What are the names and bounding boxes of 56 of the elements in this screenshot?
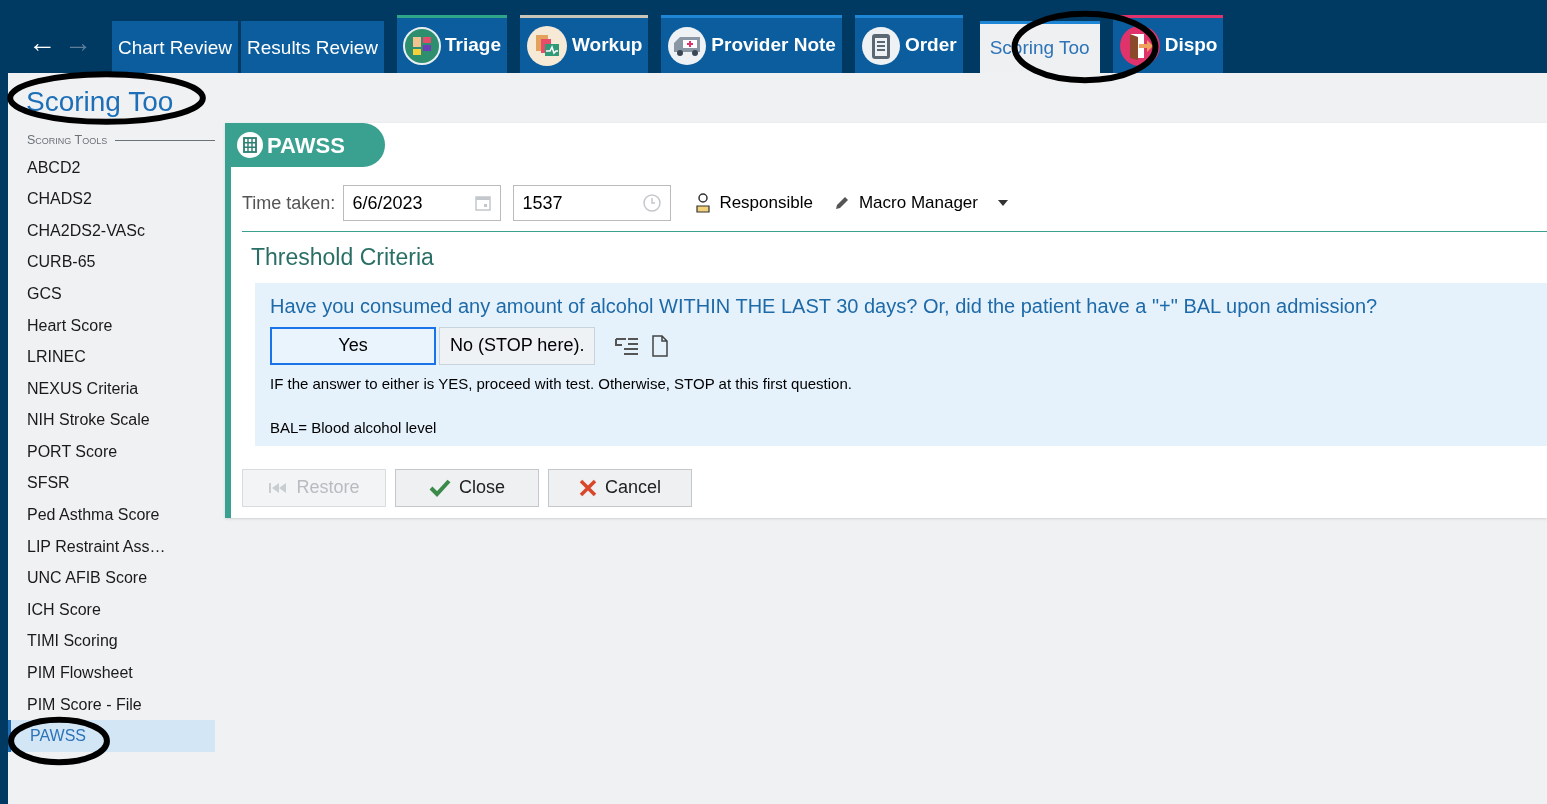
sidebar-item[interactable]: NEXUS Criteria [8, 372, 215, 405]
back-button[interactable]: ← [28, 29, 56, 57]
skip-back-icon [268, 480, 289, 495]
sidebar-heading: Scoring Tools [27, 132, 108, 149]
tab[interactable]: Workup [519, 15, 649, 73]
caret-icon [998, 200, 1008, 206]
sidebar-item[interactable]: ICH Score [8, 594, 215, 626]
people-board-icon [403, 26, 441, 65]
tab[interactable]: Provider Note [661, 15, 842, 73]
time-taken-label: Time taken: [242, 191, 336, 215]
document-icon [651, 334, 670, 357]
sidebar-item[interactable]: PIM Score - File [8, 688, 215, 721]
tab[interactable]: Results Review [241, 21, 384, 73]
door-exit-icon [1118, 24, 1161, 67]
definition-text: BAL= Blood alcohol level [270, 418, 438, 438]
answer-button[interactable]: Yes [270, 326, 436, 365]
sidebar-item[interactable]: UNC AFIB Score [8, 562, 215, 595]
sidebar-item[interactable]: CHADS2 [8, 183, 215, 215]
sidebar-item[interactable]: CHA2DS2-VASc [8, 214, 215, 247]
checkmark-icon [429, 478, 451, 497]
answer-button[interactable]: No (STOP here). [439, 326, 596, 365]
sidebar-item[interactable]: PIM Flowsheet [8, 657, 215, 689]
ambulance-icon [667, 25, 708, 66]
clipboard-icon [860, 25, 901, 66]
person-icon [695, 192, 712, 214]
sidebar-item[interactable]: CURB-65 [8, 246, 215, 279]
date-field[interactable]: 6/6/2023 [343, 185, 502, 221]
instruction-text: IF the answer to either is YES, proceed with test. Otherwise, STOP at this first question. [270, 373, 853, 394]
sidebar-item[interactable]: NIH Stroke Scale [8, 404, 215, 437]
sidebar-item[interactable]: LIP Restraint Ass… [8, 530, 215, 563]
macro-manager-button[interactable]: Macro Manager [832, 190, 1008, 216]
time-field[interactable]: 1537 [513, 185, 672, 221]
page-title: Scoring Too [26, 86, 174, 117]
form-title: PAWSS [267, 131, 345, 160]
sidebar-item[interactable]: Heart Score [8, 309, 215, 342]
question-text: Have you consumed any amount of alcohol WITHIN THE LAST 30 days? Or, did the patient have a "+" BAL upon admission? [270, 293, 1379, 319]
section-title: Threshold Criteria [250, 243, 435, 272]
sidebar-item[interactable]: LRINEC [8, 341, 215, 373]
sidebar-item[interactable]: ABCD2 [8, 151, 215, 184]
calendar-icon [474, 194, 493, 212]
tab[interactable]: Order [854, 15, 963, 73]
responsible-button[interactable]: Responsible [695, 190, 813, 216]
cancel-button[interactable]: Cancel [548, 468, 692, 507]
sidebar-item[interactable]: SFSR [8, 467, 215, 500]
grid-icon [237, 132, 263, 158]
sidebar-item[interactable]: GCS [8, 278, 215, 310]
clock-icon [642, 193, 663, 213]
sidebar-item[interactable]: Ped Asthma Score [8, 499, 215, 531]
close-icon [579, 478, 597, 497]
close-button[interactable]: Close [395, 468, 539, 507]
sidebar-item[interactable]: PORT Score [8, 436, 215, 468]
documents-icon [525, 24, 568, 67]
tab[interactable]: Dispo [1112, 15, 1224, 73]
sidebar-item[interactable]: TIMI Scoring [8, 625, 215, 658]
tab[interactable]: Chart Review [112, 21, 239, 73]
tab[interactable]: Triage [397, 15, 507, 73]
